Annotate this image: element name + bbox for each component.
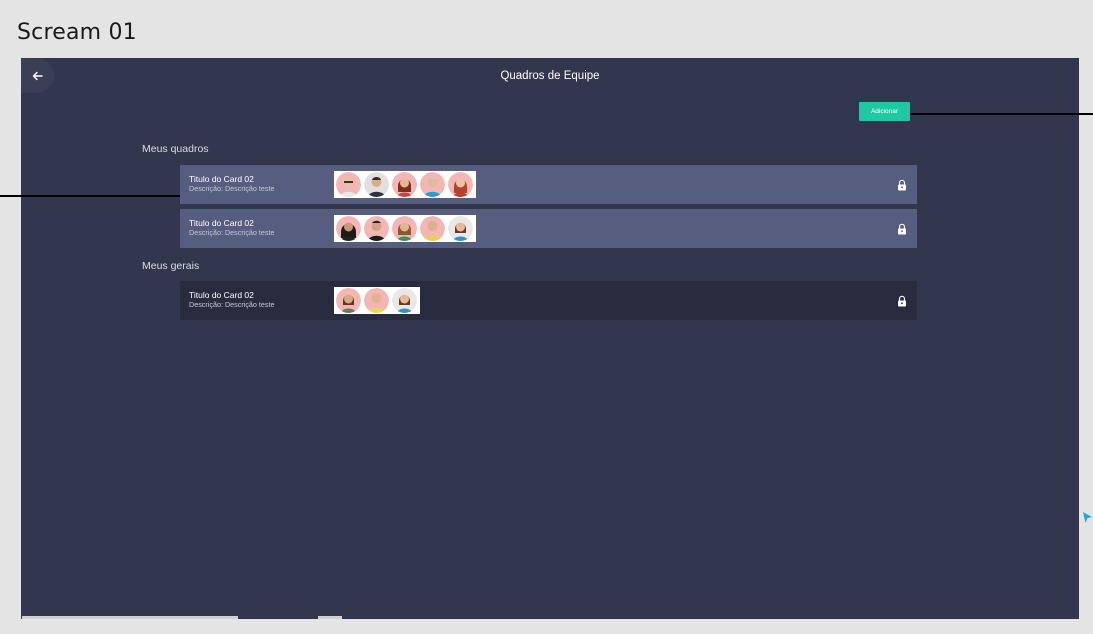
avatar [364, 172, 389, 197]
card-text: Titulo do Card 02 Descrição: Descrição t… [189, 174, 274, 194]
board-card[interactable]: Titulo do Card 02 Descrição: Descrição t… [180, 281, 917, 320]
card-description: Descrição: Descrição teste [189, 184, 275, 193]
lock-icon [898, 295, 906, 307]
prototype-connector-line [910, 113, 1093, 115]
avatar [448, 172, 473, 197]
avatar [336, 172, 361, 197]
prototype-connector-line [0, 195, 180, 197]
avatar [336, 216, 361, 241]
card-description: Descrição: Descrição teste [189, 228, 275, 237]
avatar [448, 216, 473, 241]
avatar [420, 172, 445, 197]
add-button[interactable]: Adicionar [859, 102, 910, 121]
horizontal-scrollbar[interactable] [22, 616, 238, 619]
card-description: Descrição: Descrição teste [189, 300, 275, 309]
app-screen: Quadros de Equipe Adicionar Meus quadros… [21, 58, 1079, 619]
lock-icon [898, 223, 906, 235]
pointer-cursor-icon [1083, 512, 1092, 523]
frame-label: Scream 01 [17, 20, 137, 45]
section-title-meus-quadros: Meus quadros [142, 143, 209, 155]
avatar [420, 216, 445, 241]
avatar [392, 172, 417, 197]
member-avatars [334, 287, 420, 314]
board-card[interactable]: Titulo do Card 02 Descrição: Descrição t… [180, 165, 917, 204]
avatar [364, 216, 389, 241]
avatar [392, 216, 417, 241]
member-avatars [334, 171, 476, 198]
avatar [336, 288, 361, 313]
card-text: Titulo do Card 02 Descrição: Descrição t… [189, 290, 274, 310]
avatar [364, 288, 389, 313]
card-title: Titulo do Card 02 [189, 174, 254, 184]
member-avatars [334, 215, 476, 242]
card-title: Titulo do Card 02 [189, 290, 254, 300]
lock-icon [898, 179, 906, 191]
card-text: Titulo do Card 02 Descrição: Descrição t… [189, 218, 274, 238]
avatar [392, 288, 417, 313]
scrollbar-thumb[interactable] [318, 616, 342, 619]
card-title: Titulo do Card 02 [189, 218, 254, 228]
section-title-meus-gerais: Meus gerais [142, 260, 200, 272]
board-card[interactable]: Titulo do Card 02 Descrição: Descrição t… [180, 209, 917, 248]
page-title: Quadros de Equipe [500, 70, 600, 82]
